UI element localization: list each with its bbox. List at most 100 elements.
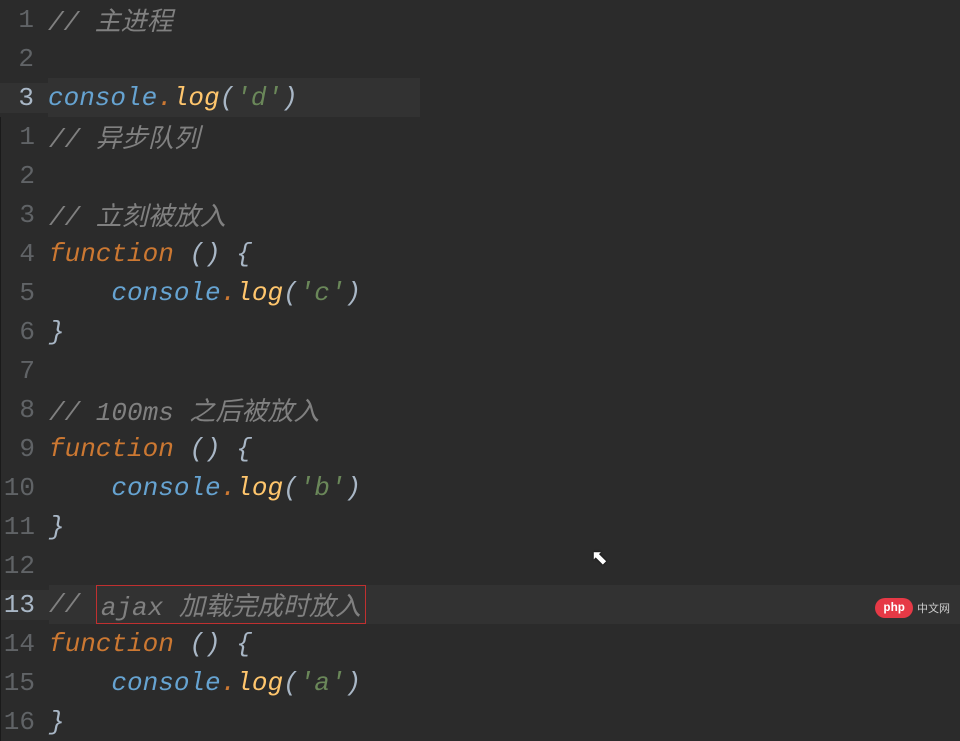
code-line[interactable]: 2 <box>1 156 960 195</box>
token: // 立刻被放入 <box>49 196 226 233</box>
line-number: 11 <box>1 512 49 542</box>
code-line[interactable]: 12 <box>1 546 960 585</box>
line-number: 1 <box>1 122 49 152</box>
code-line[interactable]: 3console.log('d') <box>0 78 420 117</box>
code-line[interactable]: 5 console.log('c') <box>1 273 960 312</box>
token: . <box>221 473 237 503</box>
code-content[interactable]: function () { <box>49 234 960 273</box>
token: log <box>236 668 283 698</box>
token: ) <box>282 83 298 113</box>
line-number: 12 <box>1 551 49 581</box>
token: ajax 加载完成时放入 <box>96 585 366 624</box>
token: () { <box>189 239 251 269</box>
code-content[interactable]: console.log('c') <box>49 273 960 312</box>
token: // 100ms 之后被放入 <box>49 391 319 428</box>
token: log <box>173 83 220 113</box>
line-number: 3 <box>0 83 48 113</box>
token: console <box>111 473 220 503</box>
token: 'b' <box>299 473 346 503</box>
code-content[interactable]: } <box>49 312 960 351</box>
code-line[interactable]: 11} <box>1 507 960 546</box>
token: } <box>49 707 65 737</box>
code-line[interactable]: 1// 主进程 <box>0 0 420 39</box>
token: 'a' <box>299 668 346 698</box>
code-content[interactable]: function () { <box>49 429 960 468</box>
line-number: 9 <box>1 434 49 464</box>
code-content[interactable] <box>49 351 960 390</box>
line-number: 7 <box>1 356 49 386</box>
code-content[interactable]: // 主进程 <box>48 0 420 39</box>
code-content[interactable] <box>48 39 420 78</box>
token: // 主进程 <box>48 1 173 38</box>
token: function <box>49 629 189 659</box>
token <box>49 278 111 308</box>
token: . <box>157 83 173 113</box>
code-content[interactable] <box>49 546 960 585</box>
token: // <box>49 590 96 620</box>
code-line[interactable]: 10 console.log('b') <box>1 468 960 507</box>
editor-container: 1// 主进程23console.log('d') 1// 异步队列23// 立… <box>0 0 960 628</box>
watermark-text: 中文网 <box>917 600 950 616</box>
code-line[interactable]: 6} <box>1 312 960 351</box>
token: console <box>48 83 157 113</box>
code-line[interactable]: 16} <box>1 702 960 741</box>
token: console <box>111 278 220 308</box>
code-content[interactable]: } <box>49 507 960 546</box>
code-content[interactable] <box>49 156 960 195</box>
code-content[interactable]: } <box>49 702 960 741</box>
left-pane[interactable]: 1// 主进程23console.log('d') <box>0 0 420 117</box>
code-content[interactable]: console.log('d') <box>48 78 420 117</box>
token: ( <box>283 278 299 308</box>
token: ( <box>220 83 236 113</box>
token <box>49 668 111 698</box>
code-line[interactable]: 1// 异步队列 <box>1 117 960 156</box>
token: ) <box>345 668 361 698</box>
token: function <box>49 239 189 269</box>
token: // 异步队列 <box>49 118 200 155</box>
code-line[interactable]: 14function () { <box>1 624 960 663</box>
line-number: 1 <box>0 5 48 35</box>
code-content[interactable]: console.log('a') <box>49 663 960 702</box>
code-content[interactable]: // 100ms 之后被放入 <box>49 390 960 429</box>
code-line[interactable]: 4function () { <box>1 234 960 273</box>
code-line[interactable]: 9function () { <box>1 429 960 468</box>
code-content[interactable]: // ajax 加载完成时放入 <box>49 585 960 624</box>
token: () { <box>189 629 251 659</box>
code-content[interactable]: function () { <box>49 624 960 663</box>
token: . <box>221 668 237 698</box>
right-pane[interactable]: 1// 异步队列23// 立刻被放入4function () {5 consol… <box>0 117 960 741</box>
line-number: 4 <box>1 239 49 269</box>
line-number: 16 <box>1 707 49 737</box>
code-content[interactable]: console.log('b') <box>49 468 960 507</box>
line-number: 5 <box>1 278 49 308</box>
token <box>49 473 111 503</box>
line-number: 2 <box>0 44 48 74</box>
watermark: php 中文网 <box>875 598 950 618</box>
line-number: 15 <box>1 668 49 698</box>
token: log <box>236 473 283 503</box>
token: 'd' <box>235 83 282 113</box>
mouse-cursor-icon: ⬉ <box>591 550 608 570</box>
token: . <box>221 278 237 308</box>
token: console <box>111 668 220 698</box>
token: () { <box>189 434 251 464</box>
line-number: 10 <box>1 473 49 503</box>
token: function <box>49 434 189 464</box>
code-line[interactable]: 13// ajax 加载完成时放入 <box>1 585 960 624</box>
code-line[interactable]: 2 <box>0 39 420 78</box>
token: ) <box>345 473 361 503</box>
code-line[interactable]: 8// 100ms 之后被放入 <box>1 390 960 429</box>
code-line[interactable]: 3// 立刻被放入 <box>1 195 960 234</box>
code-line[interactable]: 7 <box>1 351 960 390</box>
code-content[interactable]: // 异步队列 <box>49 117 960 156</box>
line-number: 6 <box>1 317 49 347</box>
token: ) <box>345 278 361 308</box>
token: log <box>236 278 283 308</box>
code-line[interactable]: 15 console.log('a') <box>1 663 960 702</box>
token: } <box>49 317 65 347</box>
token: ( <box>283 668 299 698</box>
code-content[interactable]: // 立刻被放入 <box>49 195 960 234</box>
token: ( <box>283 473 299 503</box>
token: 'c' <box>299 278 346 308</box>
line-number: 13 <box>1 590 49 620</box>
